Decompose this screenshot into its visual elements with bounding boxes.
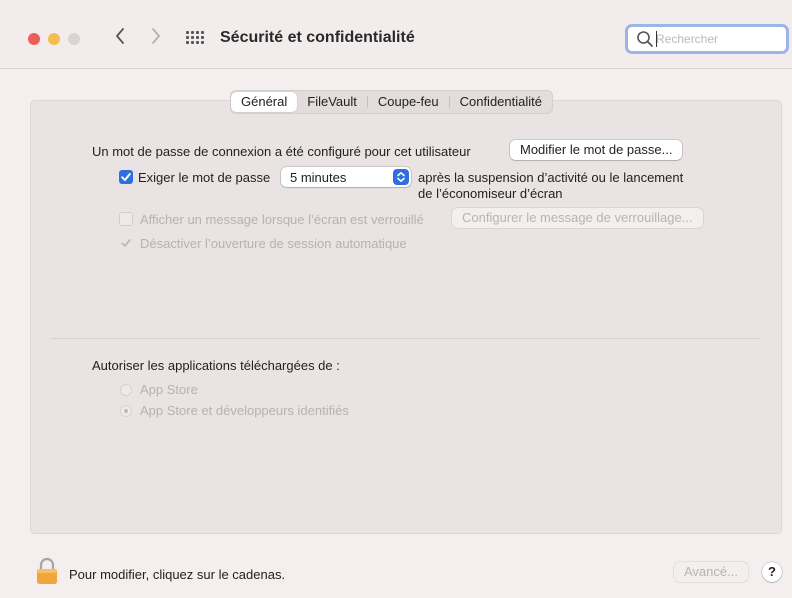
checkmark-icon (121, 173, 131, 181)
password-set-text: Un mot de passe de connexion a été confi… (92, 144, 471, 159)
text-caret (656, 31, 657, 47)
chevron-left-icon (116, 28, 124, 44)
radio-app-store-identified-developers[interactable] (120, 405, 132, 417)
radio-app-store-identified-developers-label: App Store et développeurs identifiés (140, 403, 349, 418)
show-lock-message-checkbox[interactable] (119, 212, 133, 226)
select-stepper (393, 169, 409, 185)
password-delay-select[interactable]: 5 minutes (281, 167, 411, 187)
allow-apps-heading: Autoriser les applications téléchargées … (92, 358, 340, 373)
password-delay-value: 5 minutes (290, 170, 347, 185)
require-password-label: Exiger le mot de passe (138, 170, 271, 185)
require-password-after-line2: de l’économiseur d’écran (418, 186, 563, 201)
zoom-window-button[interactable] (68, 33, 80, 45)
search-field[interactable] (625, 24, 789, 54)
require-password-checkbox[interactable] (119, 170, 133, 184)
radio-app-store-label: App Store (140, 382, 198, 397)
require-password-after-line1: après la suspension d’activité ou le lan… (418, 170, 684, 185)
general-tab-panel (30, 100, 782, 534)
up-down-chevron-icon (397, 172, 405, 182)
show-all-grid-icon[interactable] (186, 31, 204, 45)
radio-app-store[interactable] (120, 384, 132, 396)
tab-filevault[interactable]: FileVault (297, 92, 367, 112)
advanced-button[interactable]: Avancé... (674, 562, 748, 582)
set-lock-message-button[interactable]: Configurer le message de verrouillage... (452, 208, 703, 228)
lock-instruction-text: Pour modifier, cliquez sur le cadenas. (69, 567, 286, 582)
window-title: Sécurité et confidentialité (220, 29, 415, 46)
disable-auto-login-checkbox[interactable] (119, 236, 133, 250)
back-button[interactable] (114, 27, 126, 49)
chevron-right-icon (152, 28, 160, 44)
lock-icon[interactable] (36, 557, 58, 585)
forward-button[interactable] (150, 27, 162, 49)
title-bar-divider (0, 68, 792, 69)
disable-auto-login-label: Désactiver l’ouverture de session automa… (140, 236, 407, 251)
change-password-button[interactable]: Modifier le mot de passe... (510, 140, 683, 160)
checkmark-icon (121, 239, 131, 247)
tab-privacy[interactable]: Confidentialité (450, 92, 552, 112)
show-lock-message-label: Afficher un message lorsque l’écran est … (140, 212, 424, 227)
help-button[interactable]: ? (762, 562, 782, 582)
tab-firewall[interactable]: Coupe-feu (368, 92, 449, 112)
search-input[interactable] (656, 29, 781, 49)
tab-general[interactable]: Général (231, 92, 298, 112)
section-divider (51, 338, 761, 339)
close-window-button[interactable] (28, 33, 40, 45)
minimize-window-button[interactable] (48, 33, 60, 45)
tab-bar: Général FileVault Coupe-feu Confidential… (230, 90, 553, 114)
title-bar: Sécurité et confidentialité (0, 0, 792, 68)
search-icon (637, 31, 653, 47)
